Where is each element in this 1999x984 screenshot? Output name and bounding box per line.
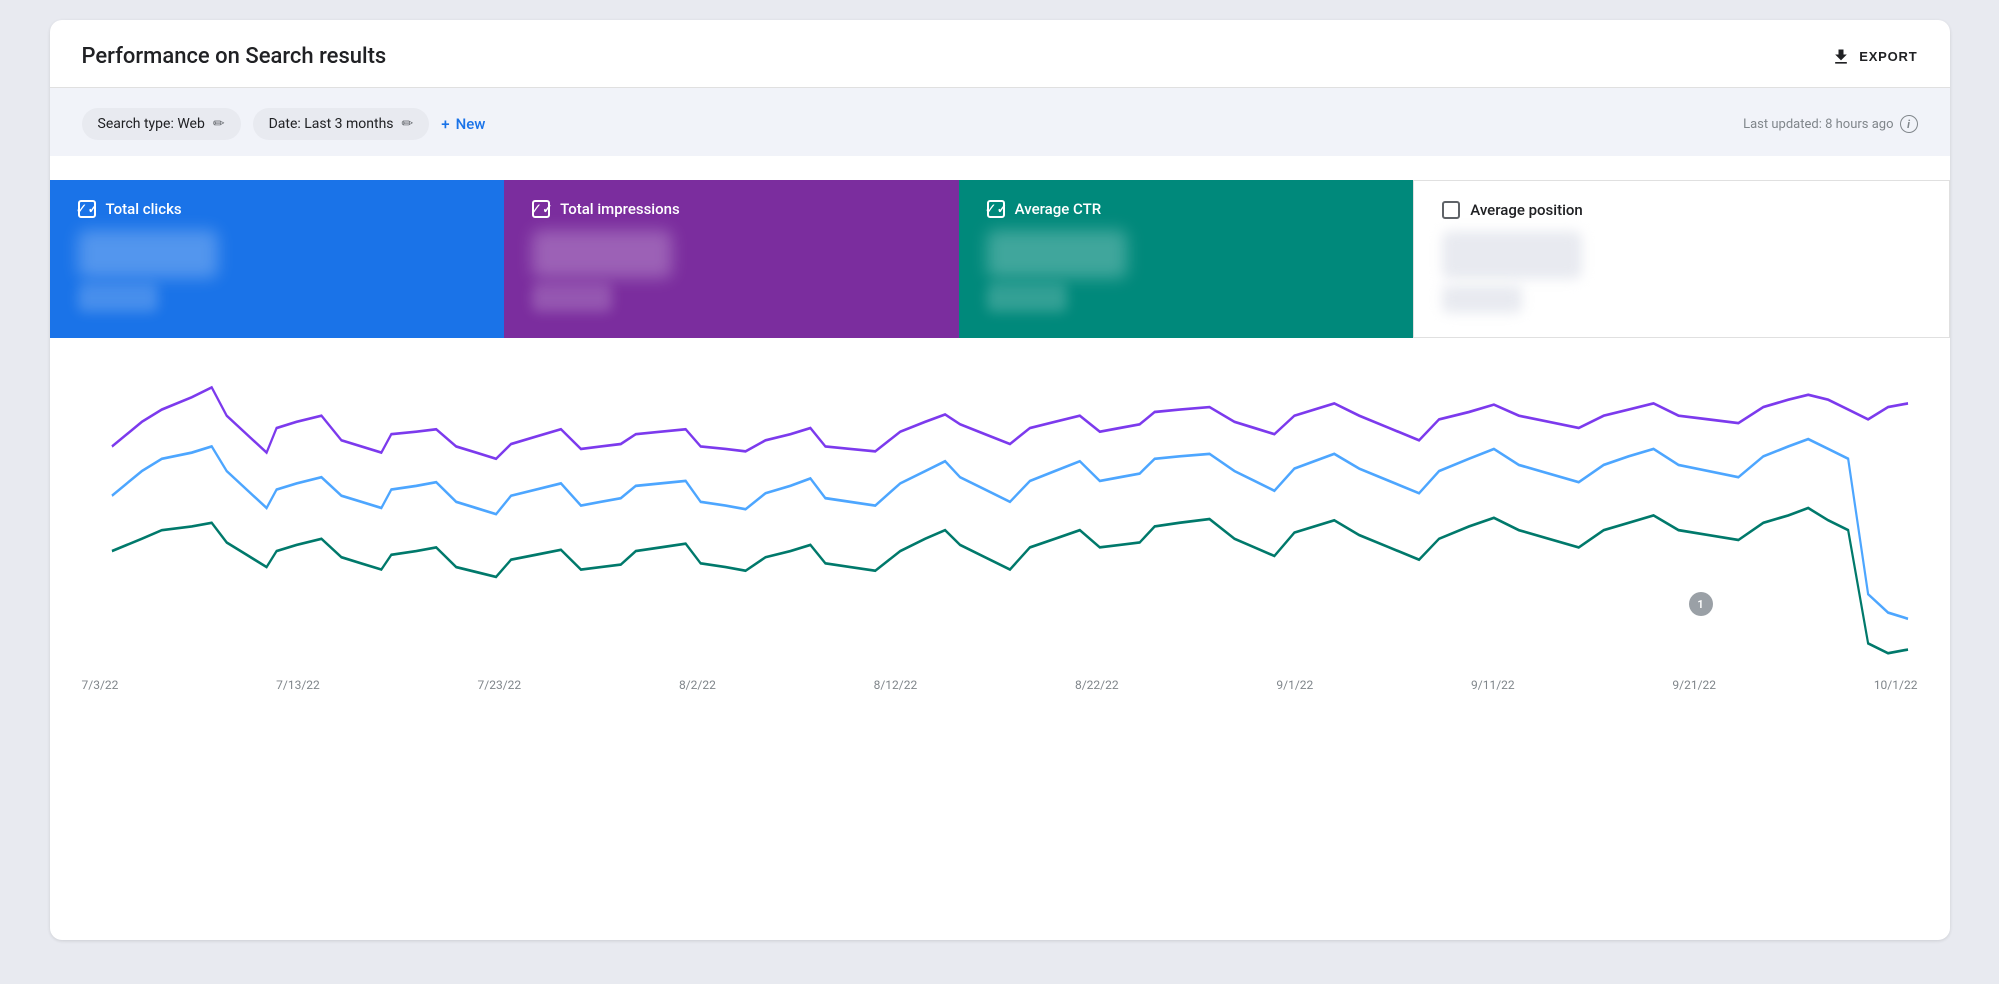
total-clicks-label: Total clicks [106, 200, 182, 218]
search-type-filter[interactable]: Search type: Web ✏ [82, 108, 241, 140]
metrics-row: ✓ Total clicks ✓ Total impressions ✓ Ave… [50, 156, 1950, 338]
average-position-value [1442, 231, 1582, 279]
new-button[interactable]: + Total clicks New [441, 115, 485, 133]
export-icon [1831, 47, 1851, 67]
x-label-5: 8/22/22 [1075, 678, 1119, 692]
x-label-8: 9/21/22 [1672, 678, 1716, 692]
date-edit-icon: ✏ [402, 116, 414, 132]
x-label-3: 8/2/22 [679, 678, 716, 692]
x-label-1: 7/13/22 [276, 678, 320, 692]
metric-average-position[interactable]: Average position [1413, 180, 1949, 338]
chart-svg [82, 348, 1918, 668]
total-clicks-checkbox[interactable]: ✓ [78, 200, 96, 218]
total-impressions-subvalue [532, 284, 612, 312]
purple-line [111, 387, 1907, 458]
x-label-6: 9/1/22 [1276, 678, 1313, 692]
chart-area: 1 7/3/22 7/13/22 7/23/22 8/2/22 8/12/22 … [50, 348, 1950, 724]
plus-icon: + [441, 115, 449, 133]
total-clicks-value [78, 230, 218, 278]
x-label-2: 7/23/22 [478, 678, 522, 692]
search-type-edit-icon: ✏ [213, 116, 225, 132]
average-ctr-subvalue [987, 284, 1067, 312]
average-position-subvalue [1442, 285, 1522, 313]
total-impressions-checkbox[interactable]: ✓ [532, 200, 550, 218]
average-ctr-checkbox[interactable]: ✓ [987, 200, 1005, 218]
x-label-9: 10/1/22 [1874, 678, 1918, 692]
green-line [111, 508, 1907, 653]
header: Performance on Search results EXPORT [50, 20, 1950, 88]
total-impressions-label: Total impressions [560, 200, 680, 218]
date-filter[interactable]: Date: Last 3 months ✏ [253, 108, 430, 140]
metric-total-impressions[interactable]: ✓ Total impressions [504, 180, 959, 338]
average-position-checkbox[interactable] [1442, 201, 1460, 219]
date-badge: 1 [1689, 592, 1713, 616]
info-icon[interactable]: i [1900, 115, 1918, 133]
filters-left: Search type: Web ✏ Date: Last 3 months ✏… [82, 108, 486, 140]
chart-container: 1 [82, 348, 1918, 668]
main-card: Performance on Search results EXPORT Sea… [50, 20, 1950, 940]
metric-total-clicks[interactable]: ✓ Total clicks [50, 180, 505, 338]
average-ctr-label: Average CTR [1015, 200, 1102, 218]
x-axis-labels: 7/3/22 7/13/22 7/23/22 8/2/22 8/12/22 8/… [82, 668, 1918, 692]
x-label-4: 8/12/22 [874, 678, 918, 692]
average-position-label: Average position [1470, 201, 1583, 219]
page-title: Performance on Search results [82, 44, 387, 69]
filters-row: Search type: Web ✏ Date: Last 3 months ✏… [50, 88, 1950, 156]
x-label-7: 9/11/22 [1471, 678, 1515, 692]
last-updated: Last updated: 8 hours ago i [1743, 115, 1917, 133]
export-button[interactable]: EXPORT [1831, 47, 1917, 67]
x-label-0: 7/3/22 [82, 678, 119, 692]
blue-line [111, 439, 1907, 619]
average-ctr-value [987, 230, 1127, 278]
metric-average-ctr[interactable]: ✓ Average CTR [959, 180, 1414, 338]
total-clicks-subvalue [78, 284, 158, 312]
total-impressions-value [532, 230, 672, 278]
